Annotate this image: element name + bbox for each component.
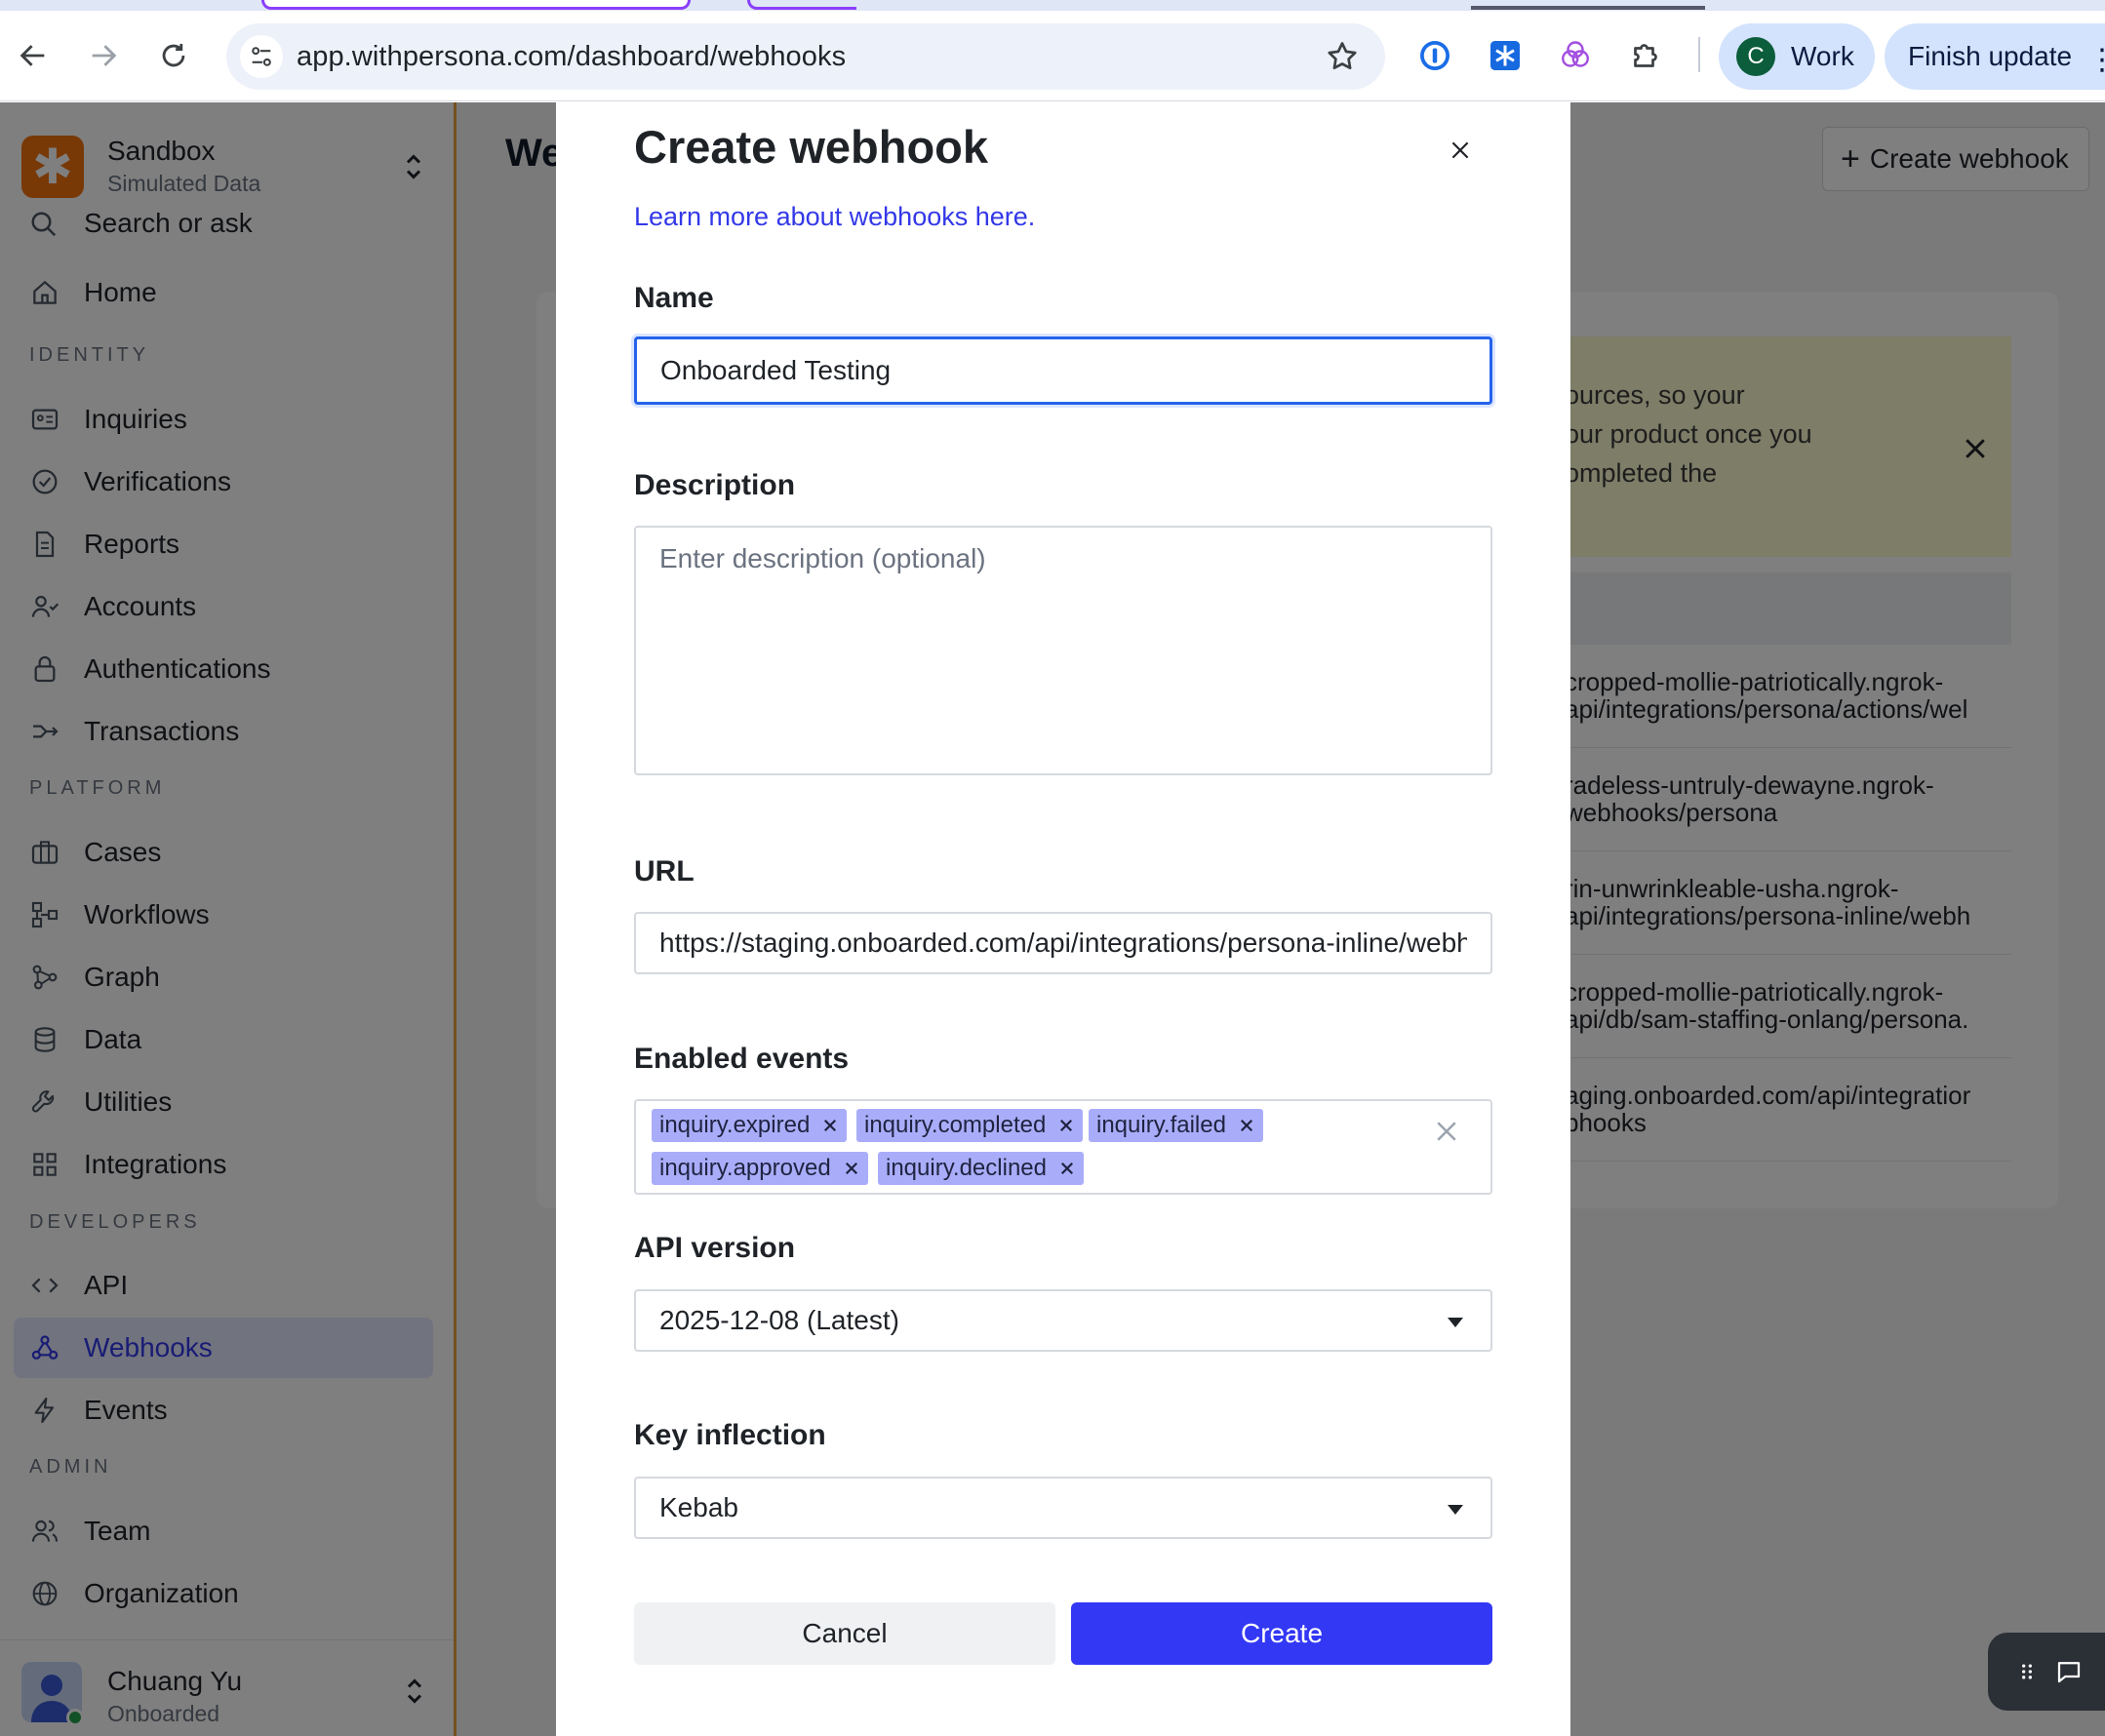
event-tag-label: inquiry.declined [886, 1155, 1047, 1181]
snowflake-extension[interactable] [1485, 35, 1526, 76]
browser-tab[interactable] [747, 0, 856, 10]
back-button[interactable] [10, 32, 57, 79]
extensions-button[interactable] [1625, 35, 1666, 76]
enabled-events-label: Enabled events [634, 1043, 850, 1075]
description-input[interactable] [634, 526, 1492, 775]
event-tag-label: inquiry.approved [659, 1155, 831, 1181]
remove-tag-icon[interactable] [1058, 1160, 1076, 1177]
enabled-events-multiselect[interactable]: inquiry.expired inquiry.completed inquir… [634, 1099, 1492, 1195]
chat-bubble-icon [2057, 1662, 2081, 1683]
password-manager-extension[interactable] [1414, 35, 1455, 76]
key-inflection-value: Kebab [659, 1492, 738, 1522]
modal-title: Create webhook [634, 121, 989, 173]
url-label: URL [634, 855, 695, 888]
profile-label: Work [1791, 41, 1854, 71]
openai-swirl-icon [1562, 41, 1589, 67]
create-webhook-modal: Create webhook Learn more about webhooks… [556, 102, 1570, 1736]
event-tag: inquiry.failed [1089, 1109, 1263, 1142]
clear-all-icon[interactable] [1432, 1117, 1461, 1146]
ai-assistant-extension[interactable] [1555, 35, 1596, 76]
event-tag-label: inquiry.failed [1096, 1112, 1226, 1138]
toolbar-separator [1698, 37, 1700, 72]
snowflake-icon [1490, 41, 1520, 70]
close-modal-button[interactable] [1440, 130, 1481, 171]
api-version-label: API version [634, 1232, 796, 1264]
cancel-button[interactable]: Cancel [634, 1602, 1055, 1665]
remove-tag-icon[interactable] [1057, 1117, 1075, 1134]
browser-tab-active[interactable] [261, 0, 691, 10]
address-bar[interactable]: app.withpersona.com/dashboard/webhooks [226, 23, 1385, 90]
reload-icon [162, 43, 185, 67]
arrow-right-icon [92, 45, 117, 66]
forward-button[interactable] [80, 32, 127, 79]
description-label: Description [634, 469, 796, 501]
password-key-icon [1420, 41, 1450, 70]
reload-button[interactable] [150, 32, 197, 79]
finish-update-button[interactable]: Finish update ⋮ [1885, 23, 2105, 90]
tune-icon [252, 47, 271, 66]
puzzle-icon [1634, 44, 1657, 67]
event-tag: inquiry.declined [878, 1152, 1084, 1185]
key-inflection-select[interactable]: Kebab [634, 1477, 1492, 1539]
api-version-select[interactable]: 2025-12-08 (Latest) [634, 1289, 1492, 1352]
browser-tab-indicator [1471, 6, 1705, 10]
url-input[interactable] [634, 912, 1492, 974]
remove-tag-icon[interactable] [843, 1160, 860, 1177]
arrow-left-icon [20, 45, 45, 66]
create-button[interactable]: Create [1071, 1602, 1492, 1665]
caret-down-icon [1448, 1505, 1463, 1515]
tab-strip [0, 0, 2105, 11]
event-tag-label: inquiry.expired [659, 1112, 811, 1138]
profile-avatar: C [1736, 37, 1775, 76]
event-tag: inquiry.expired [652, 1109, 848, 1142]
remove-tag-icon[interactable] [1238, 1117, 1255, 1134]
name-input[interactable] [634, 336, 1492, 405]
event-tag: inquiry.approved [652, 1152, 868, 1185]
address-url: app.withpersona.com/dashboard/webhooks [297, 41, 847, 72]
caret-down-icon [1448, 1318, 1463, 1327]
finish-update-label: Finish update [1908, 41, 2073, 71]
close-icon [1451, 141, 1469, 159]
chat-widget-button[interactable] [1988, 1633, 2105, 1711]
key-inflection-label: Key inflection [634, 1419, 826, 1451]
more-menu-icon[interactable]: ⋮ [2087, 43, 2105, 77]
site-settings-button[interactable] [240, 35, 283, 78]
remove-tag-icon[interactable] [821, 1117, 839, 1134]
drag-dots-icon [2022, 1664, 2032, 1679]
profile-button[interactable]: C Work [1719, 23, 1875, 90]
learn-more-link[interactable]: Learn more about webhooks here. [634, 202, 1035, 232]
event-tag-label: inquiry.completed [864, 1112, 1047, 1138]
name-label: Name [634, 282, 714, 314]
event-tag: inquiry.completed [856, 1109, 1084, 1142]
bookmark-star-icon[interactable] [1325, 39, 1360, 74]
browser-chrome: app.withpersona.com/dashboard/webhooks C… [0, 0, 2105, 101]
api-version-value: 2025-12-08 (Latest) [659, 1305, 899, 1335]
